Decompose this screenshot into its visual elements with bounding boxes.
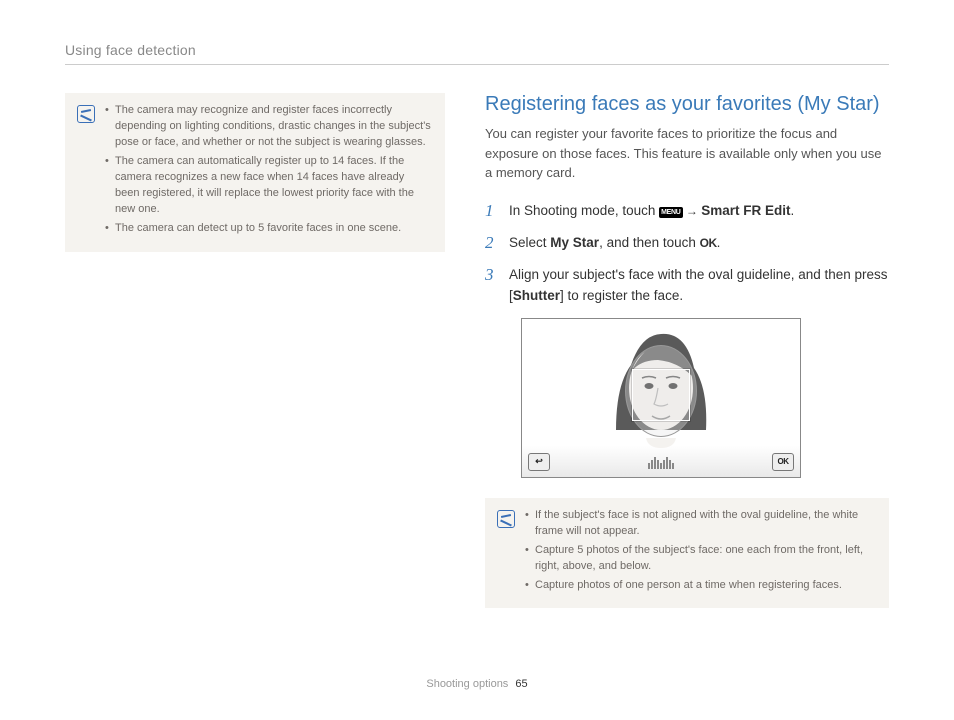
step-text: . <box>717 235 721 250</box>
step-number: 3 <box>485 265 499 306</box>
step-number: 2 <box>485 233 499 253</box>
step-text: Select <box>509 235 550 250</box>
figure-back-button: ↩ <box>528 453 550 471</box>
menu-icon: MENU <box>659 207 682 218</box>
note-item: Capture photos of one person at a time w… <box>525 578 875 594</box>
step-text: . <box>790 203 794 218</box>
step-bold: My Star <box>550 235 599 250</box>
steps-list: 1 In Shooting mode, touch MENU → Smart F… <box>485 201 889 306</box>
step-bold: Shutter <box>513 288 560 303</box>
face-register-figure: ↩ OK <box>521 318 801 478</box>
note-item: The camera can automatically register up… <box>105 154 431 218</box>
page-number: 65 <box>515 678 527 690</box>
note-icon <box>77 105 95 123</box>
arrow-icon: → <box>683 204 702 218</box>
note-box-left: The camera may recognize and register fa… <box>65 93 445 252</box>
step-text: , and then touch <box>599 235 700 250</box>
ok-icon: OK <box>700 234 717 252</box>
step-number: 1 <box>485 201 499 221</box>
note-item: The camera may recognize and register fa… <box>105 103 431 151</box>
note-list-right: If the subject's face is not aligned wit… <box>525 508 875 597</box>
footer-section: Shooting options <box>426 678 508 690</box>
section-intro: You can register your favorite faces to … <box>485 124 889 183</box>
step-bold: Smart FR Edit <box>701 203 790 218</box>
note-item: The camera can detect up to 5 favorite f… <box>105 221 431 237</box>
step-1: 1 In Shooting mode, touch MENU → Smart F… <box>485 201 889 221</box>
figure-ok-button: OK <box>772 453 794 471</box>
step-text: In Shooting mode, touch <box>509 203 659 218</box>
breadcrumb: Using face detection <box>65 42 889 65</box>
page-footer: Shooting options 65 <box>0 678 954 690</box>
note-list-left: The camera may recognize and register fa… <box>105 103 431 240</box>
section-title: Registering faces as your favorites (My … <box>485 93 889 116</box>
step-2: 2 Select My Star, and then touch OK. <box>485 233 889 253</box>
note-item: Capture 5 photos of the subject's face: … <box>525 543 875 575</box>
step-text: ] to register the face. <box>560 288 683 303</box>
step-3: 3 Align your subject's face with the ova… <box>485 265 889 306</box>
white-frame <box>632 369 690 421</box>
note-box-right: If the subject's face is not aligned wit… <box>485 498 889 609</box>
note-icon <box>497 510 515 528</box>
note-item: If the subject's face is not aligned wit… <box>525 508 875 540</box>
progress-ruler <box>639 455 683 469</box>
